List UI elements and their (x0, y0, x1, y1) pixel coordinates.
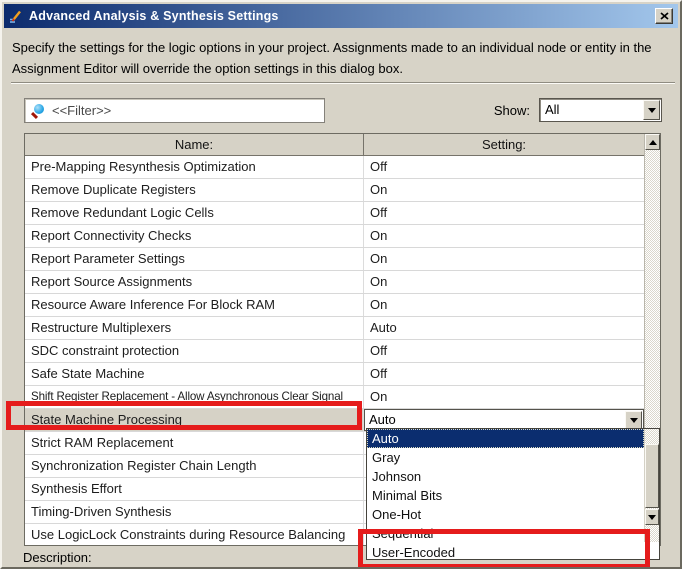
description-label: Description: (23, 550, 92, 565)
option-setting-cell: On (364, 386, 644, 408)
option-setting-cell: On (364, 179, 644, 201)
table-row[interactable]: SDC constraint protectionOff (25, 340, 644, 363)
option-name-cell: Restructure Multiplexers (25, 317, 364, 339)
triangle-up-icon (649, 140, 657, 145)
window-title: Advanced Analysis & Synthesis Settings (29, 9, 279, 23)
dropdown-option-auto[interactable]: Auto (367, 429, 644, 448)
show-combobox-arrow-button[interactable] (643, 100, 660, 120)
triangle-down-icon (648, 515, 656, 520)
option-name-cell: Resource Aware Inference For Block RAM (25, 294, 364, 316)
dropdown-option-one-hot[interactable]: One-Hot (367, 505, 644, 524)
option-name-cell: Report Connectivity Checks (25, 225, 364, 247)
dropdown-items: AutoGrayJohnsonMinimal BitsOne-HotSequen… (367, 429, 644, 562)
intro-line-1: Specify the settings for the logic optio… (12, 37, 676, 58)
table-header: Name: Setting: (25, 134, 644, 156)
option-setting-cell: Auto (364, 317, 644, 339)
dropdown-option-minimal-bits[interactable]: Minimal Bits (367, 486, 644, 505)
table-rows-group: Pre-Mapping Resynthesis OptimizationOffR… (25, 156, 644, 409)
settings-dialog: Advanced Analysis & Synthesis Settings S… (0, 0, 682, 569)
table-row[interactable]: Report Connectivity ChecksOn (25, 225, 644, 248)
state-machine-processing-combobox-arrow-button[interactable] (625, 411, 642, 429)
magnifier-icon (32, 104, 44, 117)
option-setting-cell: Off (364, 202, 644, 224)
close-button[interactable] (655, 8, 673, 24)
separator-line (11, 82, 675, 84)
table-row[interactable]: Remove Redundant Logic CellsOff (25, 202, 644, 225)
state-machine-processing-dropdown-list: AutoGrayJohnsonMinimal BitsOne-HotSequen… (366, 428, 660, 560)
column-header-setting: Setting: (364, 134, 644, 155)
show-label: Show: (442, 103, 530, 118)
scrollbar-thumb[interactable] (645, 444, 659, 508)
dropdown-option-gray[interactable]: Gray (367, 448, 644, 467)
option-name-cell: Remove Duplicate Registers (25, 179, 364, 201)
option-setting-cell: On (364, 225, 644, 247)
option-name-cell: Shift Register Replacement - Allow Async… (25, 386, 364, 408)
table-row[interactable]: Restructure MultiplexersAuto (25, 317, 644, 340)
option-name-cell: Strict RAM Replacement (25, 432, 364, 454)
table-row[interactable]: Report Source AssignmentsOn (25, 271, 644, 294)
option-name-cell: Pre-Mapping Resynthesis Optimization (25, 156, 364, 178)
dropdown-option-sequential[interactable]: Sequential (367, 524, 644, 543)
option-setting-cell: Off (364, 363, 644, 385)
option-name-cell: State Machine Processing (25, 409, 364, 431)
option-setting-cell: On (364, 294, 644, 316)
option-setting-cell: Off (364, 340, 644, 362)
state-machine-processing-value: Auto (365, 410, 643, 429)
option-name-cell: Use LogicLock Constraints during Resourc… (25, 524, 364, 545)
show-combobox[interactable]: All (539, 98, 662, 122)
option-setting-cell: On (364, 248, 644, 270)
option-name-cell: Report Parameter Settings (25, 248, 364, 270)
table-row[interactable]: Pre-Mapping Resynthesis OptimizationOff (25, 156, 644, 179)
dropdown-option-johnson[interactable]: Johnson (367, 467, 644, 486)
intro-line-2: Assignment Editor will override the opti… (12, 58, 676, 79)
table-row[interactable]: Report Parameter SettingsOn (25, 248, 644, 271)
table-row[interactable]: Remove Duplicate RegistersOn (25, 179, 644, 202)
filter-box (24, 98, 325, 123)
intro-text: Specify the settings for the logic optio… (12, 37, 676, 79)
option-name-cell: Synthesis Effort (25, 478, 364, 500)
filter-input[interactable] (52, 99, 324, 122)
option-name-cell: Safe State Machine (25, 363, 364, 385)
dropdown-scrollbar[interactable] (644, 429, 659, 542)
table-row[interactable]: Shift Register Replacement - Allow Async… (25, 386, 644, 409)
column-header-name: Name: (25, 134, 364, 155)
table-row[interactable]: Resource Aware Inference For Block RAMOn (25, 294, 644, 317)
close-icon (660, 12, 669, 20)
scroll-up-button[interactable] (645, 134, 660, 150)
chevron-down-icon (630, 418, 638, 423)
option-setting-cell: On (364, 271, 644, 293)
chevron-down-icon (648, 108, 656, 113)
option-name-cell: SDC constraint protection (25, 340, 364, 362)
option-name-cell: Synchronization Register Chain Length (25, 455, 364, 477)
option-setting-cell: Off (364, 156, 644, 178)
scroll-down-button[interactable] (645, 509, 659, 525)
option-name-cell: Timing-Driven Synthesis (25, 501, 364, 523)
titlebar: Advanced Analysis & Synthesis Settings (4, 4, 678, 28)
option-name-cell: Remove Redundant Logic Cells (25, 202, 364, 224)
option-name-cell: Report Source Assignments (25, 271, 364, 293)
dropdown-option-user-encoded[interactable]: User-Encoded (367, 543, 644, 562)
dialog-icon (9, 9, 23, 23)
table-row[interactable]: Safe State MachineOff (25, 363, 644, 386)
